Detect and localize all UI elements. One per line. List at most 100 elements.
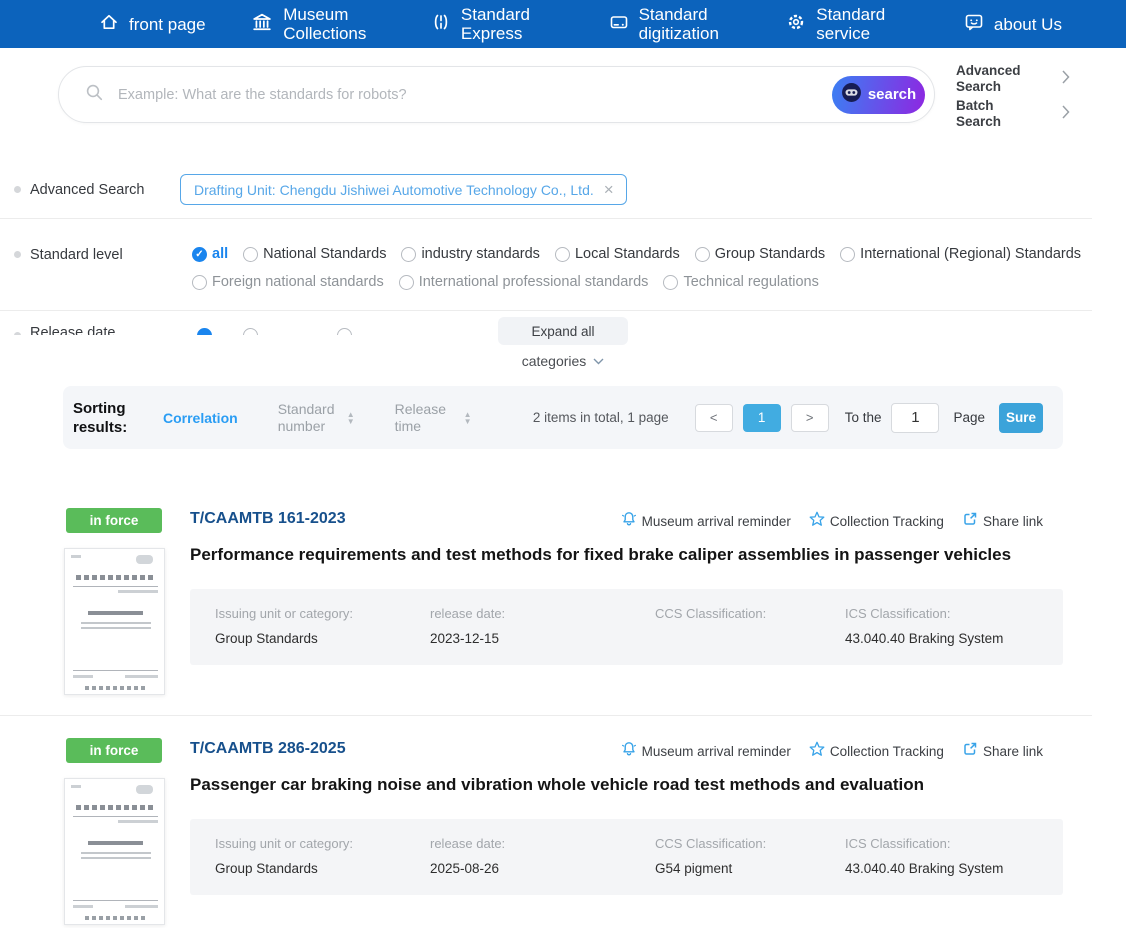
gear-icon xyxy=(785,11,807,38)
radio-checked-icon xyxy=(192,246,207,262)
nav-item-label: front page xyxy=(129,14,206,34)
radio-technical-regulations[interactable]: Technical regulations xyxy=(663,274,819,290)
divider xyxy=(0,310,1092,311)
radio-icon xyxy=(401,246,417,262)
nav-item-museum-collections[interactable]: Museum Collections xyxy=(250,5,385,43)
page-label: Page xyxy=(953,410,985,425)
share-icon xyxy=(962,511,978,532)
release-date-row-clipped: Release date xyxy=(0,323,430,335)
bullet-dot xyxy=(14,251,21,258)
collection-tracking-link[interactable]: Collection Tracking xyxy=(809,741,944,762)
museum-icon xyxy=(250,10,274,39)
radio-icon xyxy=(554,246,570,262)
radio-checked-icon[interactable] xyxy=(197,328,212,335)
radio-icon xyxy=(243,246,259,262)
standard-details: Issuing unit or category: Group Standards… xyxy=(190,589,1063,665)
star-icon xyxy=(809,741,825,762)
radio-international-professional-standards[interactable]: International professional standards xyxy=(398,274,648,290)
sort-arrows-icon[interactable] xyxy=(347,411,355,425)
radio-icon[interactable] xyxy=(337,328,352,335)
radio-all[interactable]: all xyxy=(192,246,228,262)
search-button[interactable]: search xyxy=(832,75,925,114)
search-links: Advanced Search Batch Search xyxy=(956,63,1070,133)
radio-local-standards[interactable]: Local Standards xyxy=(554,246,680,262)
top-navigation: front page Museum Collections Standard E… xyxy=(0,0,1126,48)
search-button-label: search xyxy=(867,86,917,103)
page-1-button[interactable]: 1 xyxy=(742,403,781,432)
results-count: 2 items in total, 1 page xyxy=(532,410,669,425)
radio-icon xyxy=(840,246,856,262)
sort-correlation[interactable]: Correlation xyxy=(163,410,238,426)
bell-icon xyxy=(621,741,637,762)
sorting-results-label: Sorting results: xyxy=(73,399,128,436)
search-input[interactable] xyxy=(118,86,832,103)
batch-search-link[interactable]: Batch Search xyxy=(956,98,1070,130)
card-actions: Museum arrival reminder Collection Track… xyxy=(621,511,1043,532)
sorting-bar: Sorting results: Correlation Standard nu… xyxy=(63,386,1063,449)
chevron-right-icon xyxy=(1062,104,1070,124)
confirm-page-button[interactable]: Sure xyxy=(999,402,1043,433)
standards-search-page: front page Museum Collections Standard E… xyxy=(0,0,1126,928)
radio-foreign-national-standards[interactable]: Foreign national standards xyxy=(192,274,384,290)
ics-value: 43.040.40 Braking System xyxy=(845,861,1004,876)
filter-tag-label: Drafting Unit: Chengdu Jishiwei Automoti… xyxy=(194,181,594,198)
card-actions: Museum arrival reminder Collection Track… xyxy=(621,741,1043,762)
radio-industry-standards[interactable]: industry standards xyxy=(401,246,540,262)
museum-arrival-reminder-link[interactable]: Museum arrival reminder xyxy=(621,511,791,532)
chat-smiley-icon xyxy=(963,11,985,38)
ics-label: ICS Classification: xyxy=(845,606,951,621)
standard-number-link[interactable]: T/CAAMTB 161-2023 xyxy=(190,510,346,528)
sort-standard-number[interactable]: Standard number xyxy=(278,401,355,435)
release-date-value: 2025-08-26 xyxy=(430,861,500,876)
nav-item-label: Museum Collections xyxy=(283,5,367,43)
nav-item-label: about Us xyxy=(993,14,1062,34)
bullet-dot xyxy=(14,186,21,193)
radio-icon xyxy=(192,274,207,290)
share-icon-link[interactable]: Share link xyxy=(962,741,1043,762)
share-icon-link[interactable]: Share link xyxy=(962,511,1043,532)
next-page-button[interactable]: > xyxy=(790,403,829,432)
categories-toggle[interactable]: categories xyxy=(498,352,628,370)
radio-group-standards[interactable]: Group Standards xyxy=(694,246,825,262)
standard-title-link[interactable]: Performance requirements and test method… xyxy=(190,545,1070,565)
close-icon[interactable]: × xyxy=(604,181,614,198)
standard-title-link[interactable]: Passenger car braking noise and vibratio… xyxy=(190,775,1070,795)
radio-icon xyxy=(694,246,710,262)
sort-arrows-icon[interactable] xyxy=(464,411,472,425)
standard-number-link[interactable]: T/CAAMTB 286-2025 xyxy=(190,740,346,758)
radio-national-standards[interactable]: National Standards xyxy=(243,246,386,262)
issuing-label: Issuing unit or category: xyxy=(215,836,354,851)
share-icon xyxy=(962,741,978,762)
collection-tracking-link[interactable]: Collection Tracking xyxy=(809,511,944,532)
release-date-label: release date: xyxy=(430,836,506,851)
goto-page-input[interactable] xyxy=(891,402,940,433)
chevron-right-icon xyxy=(1062,69,1070,89)
radio-icon xyxy=(663,274,679,290)
chevron-down-icon xyxy=(593,352,604,370)
release-date-value: 2023-12-15 xyxy=(430,631,500,646)
nav-item-label: Standard Express xyxy=(460,5,530,43)
radio-icon[interactable] xyxy=(243,328,258,335)
radio-international-regional-standards[interactable]: International (Regional) Standards xyxy=(840,246,1081,262)
document-thumbnail[interactable] xyxy=(64,548,165,695)
nav-item-front-page[interactable]: front page xyxy=(98,11,206,38)
issuing-label: Issuing unit or category: xyxy=(215,606,354,621)
bell-icon xyxy=(621,511,637,532)
sort-release-time[interactable]: Release time xyxy=(395,401,472,435)
robot-icon xyxy=(841,82,862,107)
nav-item-standard-service[interactable]: Standard service xyxy=(785,5,918,43)
museum-arrival-reminder-link[interactable]: Museum arrival reminder xyxy=(621,741,791,762)
expand-all-button[interactable]: Expand all xyxy=(498,317,628,345)
prev-page-button[interactable]: < xyxy=(694,403,733,432)
drafting-unit-filter-tag[interactable]: Drafting Unit: Chengdu Jishiwei Automoti… xyxy=(180,174,627,205)
nav-item-label: Standard digitization xyxy=(638,5,719,43)
home-icon xyxy=(98,11,120,38)
nav-item-about-us[interactable]: about Us xyxy=(963,11,1062,38)
document-thumbnail[interactable] xyxy=(64,778,165,925)
nav-item-standard-express[interactable]: Standard Express xyxy=(430,5,563,43)
nav-item-label: Standard service xyxy=(816,5,886,43)
result-card: in force T/CAAMTB 161-2023 Museum arriva… xyxy=(0,505,1126,720)
advanced-search-link[interactable]: Advanced Search xyxy=(956,63,1070,95)
nav-item-standard-digitization[interactable]: Standard digitization xyxy=(608,5,741,43)
bullet-dot xyxy=(14,332,21,335)
